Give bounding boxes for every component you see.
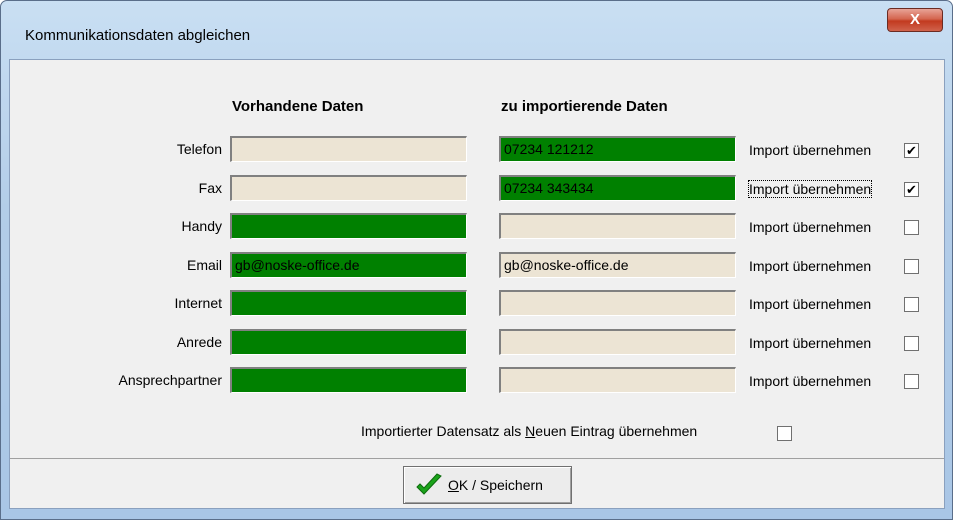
import-accept-label-fax[interactable]: Import übernehmen: [747, 180, 873, 198]
title-bar[interactable]: Kommunikationsdaten abgleichen X: [1, 1, 952, 51]
close-icon: X: [909, 11, 920, 28]
header-import: zu importierende Daten: [501, 98, 668, 115]
field-label-ansprechpartner: Ansprechpartner: [118, 372, 222, 388]
field-label-fax: Fax: [198, 180, 222, 196]
import-accept-label-internet[interactable]: Import übernehmen: [749, 296, 871, 312]
dialog-window: Kommunikationsdaten abgleichen X Vorhand…: [0, 0, 953, 520]
import-accept-label-anrede[interactable]: Import übernehmen: [749, 335, 871, 351]
dialog-client-area: Vorhandene Daten zu importierende Daten …: [9, 59, 945, 509]
import-accept-checkbox-anrede[interactable]: [904, 336, 919, 351]
field-label-telefon: Telefon: [176, 141, 222, 157]
existing-field-anrede[interactable]: [230, 329, 467, 355]
checkmark-icon: [416, 473, 442, 495]
import-field-internet[interactable]: [499, 290, 736, 316]
field-label-internet: Internet: [174, 295, 222, 311]
existing-field-internet[interactable]: [230, 290, 467, 316]
import-field-ansprechpartner[interactable]: [499, 367, 736, 393]
close-button[interactable]: X: [887, 8, 943, 32]
window-title: Kommunikationsdaten abgleichen: [25, 27, 251, 44]
import-accept-label-email[interactable]: Import übernehmen: [749, 258, 871, 274]
field-label-handy: Handy: [181, 218, 222, 234]
import-field-fax[interactable]: 07234 343434: [499, 175, 736, 201]
new-entry-label: Importierter Datensatz als Neuen Eintrag…: [361, 423, 698, 439]
import-accept-label-telefon[interactable]: Import übernehmen: [749, 142, 871, 158]
ok-save-label: OK / Speichern: [448, 477, 543, 493]
existing-field-email[interactable]: gb@noske-office.de: [230, 252, 467, 278]
import-field-telefon[interactable]: 07234 121212: [499, 136, 736, 162]
import-accept-checkbox-email[interactable]: [904, 259, 919, 274]
existing-field-telefon[interactable]: [230, 136, 467, 162]
import-accept-checkbox-fax[interactable]: ✔: [904, 182, 919, 197]
existing-field-handy[interactable]: [230, 213, 467, 239]
import-accept-label-ansprechpartner[interactable]: Import übernehmen: [749, 373, 871, 389]
import-field-anrede[interactable]: [499, 329, 736, 355]
separator: [10, 458, 944, 459]
header-existing: Vorhandene Daten: [232, 98, 364, 115]
import-field-handy[interactable]: [499, 213, 736, 239]
new-entry-checkbox[interactable]: [777, 426, 792, 441]
existing-field-fax[interactable]: [230, 175, 467, 201]
ok-save-button[interactable]: OK / Speichern: [403, 466, 572, 504]
existing-field-ansprechpartner[interactable]: [230, 367, 467, 393]
field-label-email: Email: [186, 257, 222, 273]
field-label-anrede: Anrede: [176, 334, 222, 350]
import-accept-label-handy[interactable]: Import übernehmen: [749, 219, 871, 235]
import-accept-checkbox-ansprechpartner[interactable]: [904, 374, 919, 389]
import-accept-checkbox-internet[interactable]: [904, 297, 919, 312]
import-field-email[interactable]: gb@noske-office.de: [499, 252, 736, 278]
import-accept-checkbox-telefon[interactable]: ✔: [904, 143, 919, 158]
import-accept-checkbox-handy[interactable]: [904, 220, 919, 235]
